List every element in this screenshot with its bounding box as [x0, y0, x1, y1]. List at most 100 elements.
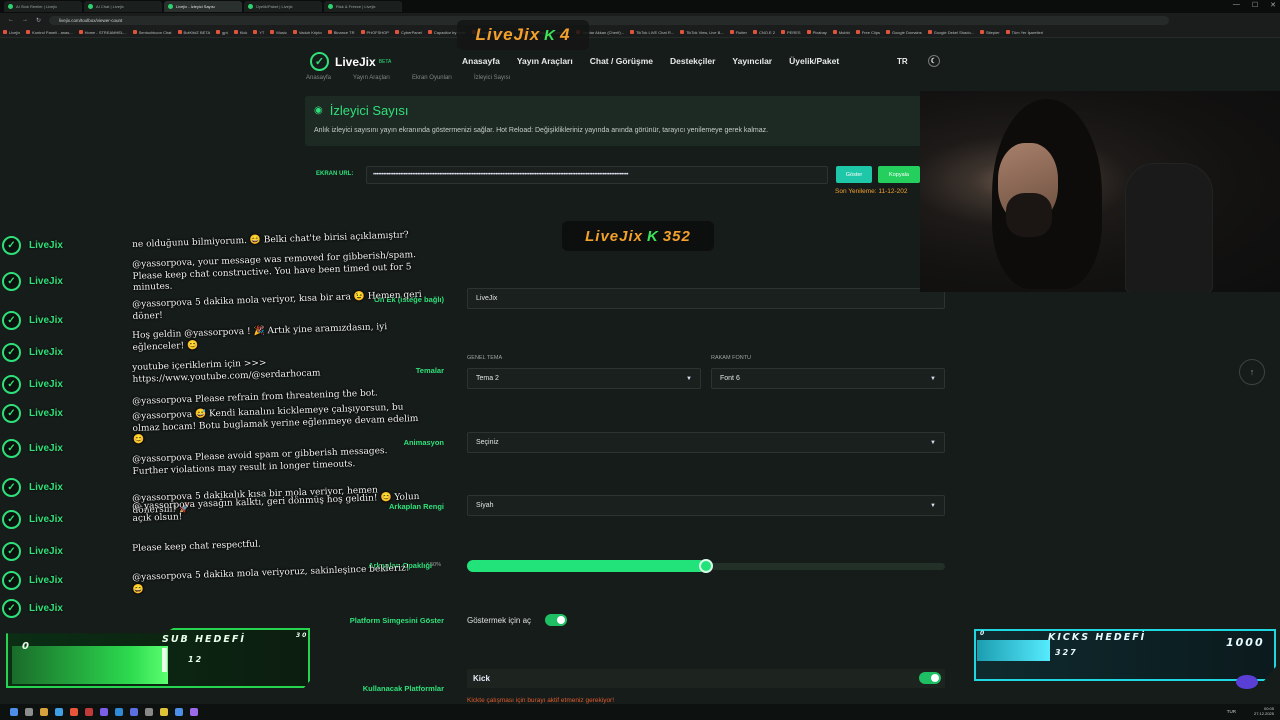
sub-goal-progress-fill: [12, 646, 168, 684]
browser-tab[interactable]: Üyelik/Paket | Livejix: [244, 1, 322, 12]
bookmark-item[interactable]: Livejix: [3, 30, 20, 35]
bookmark-item[interactable]: BotKit#Z BETA: [177, 30, 210, 35]
bookmark-item[interactable]: Free Clips: [855, 30, 880, 35]
start-icon[interactable]: [10, 708, 18, 716]
bookmark-item[interactable]: Google Domains: [885, 30, 922, 35]
menu-item-membership[interactable]: Üyelik/Paket: [789, 56, 839, 66]
bookmark-item[interactable]: Mobbi: [832, 30, 850, 35]
site-logo[interactable]: ✓ LiveJix BETA: [310, 52, 391, 71]
breadcrumb-item[interactable]: Ekran Oyunları: [412, 75, 452, 81]
chat-overlay: ✓ LiveJix ✓ LiveJix ✓ LiveJix ✓ LiveJix ✓ LiveJix…: [0, 230, 460, 618]
menu-item-home[interactable]: Anasayfa: [462, 56, 500, 66]
bookmark-item[interactable]: Home - STREAMHEL...: [78, 30, 127, 35]
menu-item-supporters[interactable]: Destekçiler: [670, 56, 715, 66]
animation-select[interactable]: Seçiniz ▼: [467, 432, 945, 453]
bookmark-item[interactable]: Sentuchkoon Chat: [132, 30, 172, 35]
menu-item-chat[interactable]: Chat / Görüşme: [590, 56, 653, 66]
system-clock[interactable]: 00:05 27.12.2025: [1254, 706, 1274, 716]
chat-username: ✓ LiveJix: [2, 478, 63, 497]
language-indicator[interactable]: TUR: [1227, 709, 1236, 714]
forward-icon[interactable]: →: [22, 17, 28, 23]
url-input[interactable]: livejix.com/toolbox/viewer-count: [49, 15, 1170, 25]
bookmark-item[interactable]: Kick: [233, 30, 247, 35]
chat-username: ✓ LiveJix: [2, 571, 63, 590]
app-icon[interactable]: [145, 708, 153, 716]
livejix-badge-icon: ✓: [2, 542, 21, 561]
app-icon[interactable]: [130, 708, 138, 716]
platform-kick-row: Kick: [467, 669, 945, 688]
chat-message: @yassorpova 5 dakika mola veriyor, kısa …: [132, 289, 422, 322]
breadcrumb-item: İzleyici Sayısı: [473, 75, 511, 81]
prefix-input[interactable]: LiveJix: [467, 288, 945, 309]
chat-username: ✓ LiveJix: [2, 236, 63, 255]
sub-goal-progress-label: 12: [188, 655, 204, 664]
browser-tab-active[interactable]: Livejix - İzleyici Sayısı: [164, 1, 242, 12]
eye-icon: ◉: [314, 105, 323, 116]
bookmark-item[interactable]: CyberPanel: [394, 30, 422, 35]
language-selector[interactable]: TR: [897, 57, 908, 66]
screen-url-field[interactable]: ••••••••••••••••••••••••••••••••••••••••…: [366, 166, 828, 184]
bookmark-item[interactable]: Binance TR: [327, 30, 355, 35]
bookmark-icon: [253, 30, 258, 34]
moon-icon[interactable]: ☾: [927, 55, 940, 67]
file-explorer-icon[interactable]: [40, 708, 48, 716]
browser-tab[interactable]: AI Stok Reeller | Livejix: [4, 1, 82, 12]
opacity-slider-handle[interactable]: [699, 559, 713, 573]
background-color-select[interactable]: Siyah ▼: [467, 495, 945, 516]
bookmark-item[interactable]: Tüm Yer İşaretleri: [1005, 30, 1043, 35]
os-taskbar: 00:05 27.12.2025 TUR: [0, 704, 1280, 720]
app-icon[interactable]: [175, 708, 183, 716]
webcam-overlay: [920, 91, 1280, 292]
app-icon[interactable]: [85, 708, 93, 716]
bookmark-item[interactable]: Google Dekel Shado...: [927, 30, 974, 35]
chat-username: ✓ LiveJix: [2, 599, 63, 618]
address-bar-row: ← → ↻ livejix.com/toolbox/viewer-count: [0, 13, 1280, 27]
minimize-icon[interactable]: —: [1233, 1, 1240, 9]
menu-item-stream-tools[interactable]: Yayın Araçları: [517, 56, 573, 66]
livejix-badge-icon: ✓: [2, 375, 21, 394]
app-icon[interactable]: [190, 708, 198, 716]
bookmark-item[interactable]: PHOFSHOP: [360, 30, 389, 35]
bookmark-item[interactable]: CNO.E 2: [753, 30, 775, 35]
menu-item-streamers[interactable]: Yayıncılar: [732, 56, 772, 66]
reload-icon[interactable]: ↻: [36, 17, 41, 24]
search-icon[interactable]: [25, 708, 33, 716]
bookmark-item[interactable]: Vaduh Kripto: [292, 30, 322, 35]
back-icon[interactable]: ←: [8, 17, 14, 23]
bookmark-item[interactable]: TikTok View, Live B...: [680, 30, 724, 35]
chat-username: ✓ LiveJix: [2, 404, 63, 423]
bookmark-item[interactable]: Pixabay: [806, 30, 827, 35]
general-theme-select[interactable]: Tema 2 ▼: [467, 368, 701, 389]
copy-button[interactable]: Kopyala: [878, 166, 920, 183]
edge-icon[interactable]: [55, 708, 63, 716]
vscode-icon[interactable]: [115, 708, 123, 716]
checkmark-logo-icon: ✓: [310, 52, 329, 71]
bookmark-item[interactable]: Flutter: [729, 30, 747, 35]
bookmark-item[interactable]: Music: [270, 30, 287, 35]
number-font-select[interactable]: Font 6 ▼: [711, 368, 945, 389]
browser-tab[interactable]: AI Chat | Livejix: [84, 1, 162, 12]
livejix-badge-icon: ✓: [2, 599, 21, 618]
livejix-badge-icon: ✓: [2, 272, 21, 291]
bookmark-item[interactable]: Kontrol Paneli - anas...: [26, 30, 73, 35]
maximize-icon[interactable]: ☐: [1252, 1, 1258, 9]
bookmark-item[interactable]: Sitepier: [980, 30, 1000, 35]
chrome-icon[interactable]: [70, 708, 78, 716]
streamer-beard: [1006, 193, 1052, 237]
breadcrumb-item[interactable]: Anasayfa: [306, 75, 331, 81]
bookmark-item[interactable]: TikTok LIVE Chat R...: [629, 30, 674, 35]
scroll-to-top-button[interactable]: ↑: [1239, 359, 1265, 385]
platform-icon-toggle[interactable]: [545, 614, 567, 626]
app-icon[interactable]: [100, 708, 108, 716]
bookmark-item[interactable]: PERES: [781, 30, 801, 35]
breadcrumb-item[interactable]: Yayın Araçları: [353, 75, 390, 81]
browser-tab[interactable]: Risk & Freeze | Livejix: [324, 1, 402, 12]
platform-kick-toggle[interactable]: [919, 672, 941, 684]
bookmark-item[interactable]: YT: [253, 30, 264, 35]
bookmark-icon: [1005, 30, 1010, 34]
bookmark-item[interactable]: gpt: [216, 30, 228, 35]
close-icon[interactable]: ✕: [1270, 1, 1276, 9]
show-button[interactable]: Göster: [836, 166, 872, 183]
floating-chat-bubble[interactable]: [1236, 675, 1258, 689]
app-icon[interactable]: [160, 708, 168, 716]
